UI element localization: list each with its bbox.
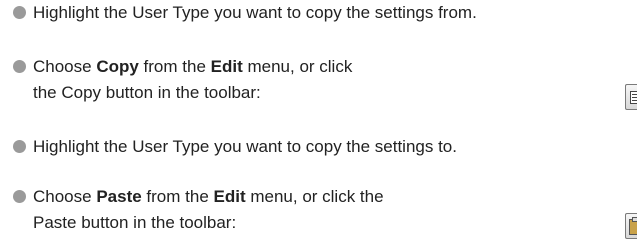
bullet-icon <box>13 60 26 73</box>
step-text: Highlight the User Type you want to copy… <box>33 3 477 22</box>
copy-icon <box>625 84 637 110</box>
menu-edit-label: Edit <box>213 187 246 206</box>
step-text-pre: Choose <box>33 57 97 76</box>
step-text-line2: Paste button in the toolbar: <box>33 213 237 232</box>
menu-item-copy-label: Copy <box>96 57 139 76</box>
step-text: Choose Copy from the Edit menu, or click… <box>33 54 352 106</box>
step-text-post: menu, or click <box>242 57 353 76</box>
menu-item-paste-label: Paste <box>96 187 142 206</box>
bullet-icon <box>13 140 26 153</box>
step-text-post: menu, or click the <box>245 187 384 206</box>
step-text-pre: Choose <box>33 187 97 206</box>
menu-edit-label: Edit <box>210 57 243 76</box>
step-text-mid: from the <box>138 57 211 76</box>
step-text: Highlight the User Type you want to copy… <box>33 137 457 156</box>
paste-icon <box>625 213 637 239</box>
bullet-icon <box>13 6 26 19</box>
step-text-mid: from the <box>141 187 214 206</box>
step-text-line2: the Copy button in the toolbar: <box>33 83 261 102</box>
bullet-icon <box>13 190 26 203</box>
step-text: Choose Paste from the Edit menu, or clic… <box>33 184 384 236</box>
